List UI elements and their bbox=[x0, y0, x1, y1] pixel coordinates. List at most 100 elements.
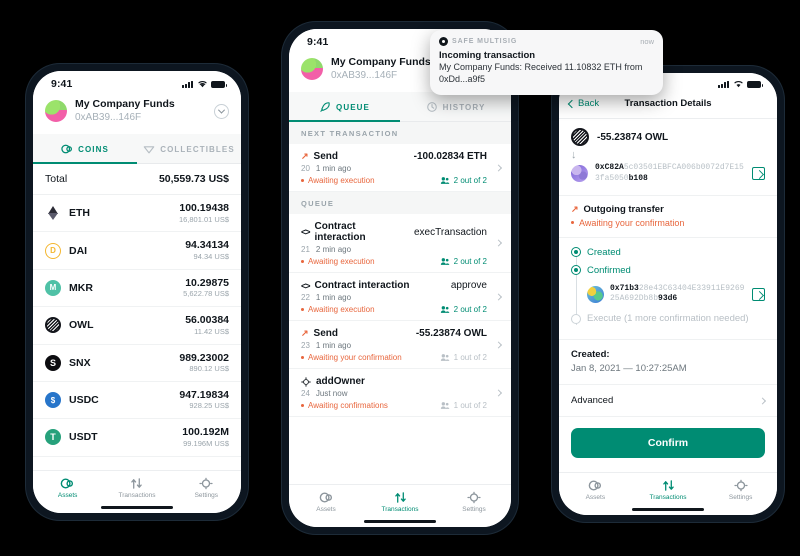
coin-values: 10.29875 5,622.78 US$ bbox=[183, 277, 229, 299]
list-item[interactable]: SNX 989.23002 890.12 US$ bbox=[33, 345, 241, 382]
list-item[interactable]: USDT 100.192M 99.196M US$ bbox=[33, 419, 241, 457]
transfer-kind-label: Outgoing transfer bbox=[583, 203, 664, 215]
tx-nonce: 21 bbox=[301, 245, 310, 255]
external-link-icon[interactable] bbox=[752, 167, 765, 181]
confirmations-text: 1 out of 2 bbox=[453, 353, 487, 363]
outgoing-arrow-icon: ↗ bbox=[571, 203, 579, 214]
status-text: Awaiting execution bbox=[308, 176, 375, 186]
nav-assets[interactable]: Assets bbox=[289, 491, 363, 513]
back-button[interactable]: Back bbox=[569, 98, 599, 109]
chevron-right-icon bbox=[496, 241, 501, 246]
addr-suffix: b108 bbox=[628, 173, 648, 183]
list-item[interactable]: OWL 56.00384 11.42 US$ bbox=[33, 307, 241, 345]
table-row[interactable]: addOwner 24 Just now Awaiting confirmati… bbox=[289, 369, 511, 418]
table-row[interactable]: <> Contract interaction execTransaction … bbox=[289, 214, 511, 274]
clock-icon bbox=[426, 102, 437, 112]
tx-line-status: Awaiting confirmations 1 out of 2 bbox=[301, 401, 499, 410]
coin-symbol: OWL bbox=[69, 319, 94, 332]
coin-values: 100.19438 16,801.01 US$ bbox=[179, 202, 229, 224]
rocket-icon bbox=[320, 102, 330, 112]
confirmations-text: 1 out of 2 bbox=[453, 401, 487, 411]
tab-collectibles[interactable]: COLLECTIBLES bbox=[137, 134, 241, 163]
nav-assets[interactable]: Assets bbox=[559, 479, 632, 501]
confirm-button[interactable]: Confirm bbox=[571, 428, 765, 459]
chevron-right-icon bbox=[496, 342, 501, 347]
created-value: Jan 8, 2021 — 10:27:25AM bbox=[571, 363, 687, 375]
nav-settings[interactable]: Settings bbox=[437, 491, 511, 513]
signal-icon bbox=[182, 80, 193, 88]
nav-transactions[interactable]: Transactions bbox=[632, 479, 705, 501]
chevron-down-icon[interactable] bbox=[214, 103, 229, 119]
created-block: Created: Jan 8, 2021 — 10:27:25AM bbox=[559, 340, 777, 386]
phone-queue: 9:41 My Company Funds 0xAB39...146F QUEU… bbox=[282, 22, 518, 534]
confirmations-text: 2 out of 2 bbox=[453, 305, 487, 315]
table-row[interactable]: ↗ Send -55.23874 OWL 23 1 min ago Awaiti… bbox=[289, 321, 511, 370]
queue-list[interactable]: NEXT TRANSACTION ↗ Send -100.02834 ETH 2… bbox=[289, 122, 511, 484]
list-item[interactable]: DAI 94.34134 94.34 US$ bbox=[33, 232, 241, 270]
dai-icon bbox=[45, 242, 61, 259]
coin-symbol: ETH bbox=[69, 207, 90, 220]
external-link-icon[interactable] bbox=[752, 287, 765, 301]
coin-amount: 947.19834 bbox=[179, 388, 229, 401]
tx-type: Send bbox=[313, 151, 338, 163]
table-row[interactable]: <> Contract interaction approve 22 1 min… bbox=[289, 273, 511, 322]
bottom-nav: Assets Transactions Settings bbox=[289, 484, 511, 515]
tab-queue-label: QUEUE bbox=[336, 102, 370, 112]
advanced-row[interactable]: Advanced bbox=[559, 385, 777, 418]
account-header[interactable]: My Company Funds 0xAB39...146F bbox=[33, 93, 241, 135]
tx-amount: -100.02834 ETH bbox=[413, 151, 487, 163]
account-meta: My Company Funds 0xAB39...146F bbox=[75, 98, 206, 124]
coin-list[interactable]: ETH 100.19438 16,801.01 US$ DAI 94.34134… bbox=[33, 195, 241, 470]
nav-assets-label: Assets bbox=[585, 494, 606, 501]
notification-body: My Company Funds: Received 11.10832 ETH … bbox=[439, 62, 643, 84]
table-row[interactable]: ↗ Send -100.02834 ETH 20 1 min ago Await… bbox=[289, 144, 511, 193]
chevron-right-icon bbox=[496, 294, 501, 299]
coin-fiat: 99.196M US$ bbox=[183, 438, 229, 448]
coin-symbol: USDT bbox=[69, 431, 98, 444]
chevron-right-icon bbox=[760, 398, 765, 403]
nav-transactions[interactable]: Transactions bbox=[363, 491, 437, 513]
nav-settings[interactable]: Settings bbox=[704, 479, 777, 501]
coin-fiat: 16,801.01 US$ bbox=[178, 214, 229, 224]
nav-settings[interactable]: Settings bbox=[172, 477, 241, 499]
list-item[interactable]: MKR 10.29875 5,622.78 US$ bbox=[33, 270, 241, 308]
tx-time: 1 min ago bbox=[315, 293, 352, 303]
coin-symbol: SNX bbox=[69, 356, 91, 369]
tab-queue[interactable]: QUEUE bbox=[289, 92, 400, 123]
total-row: Total 50,559.73 US$ bbox=[33, 164, 241, 196]
app-logo-icon bbox=[439, 37, 448, 46]
status-time: 9:41 bbox=[51, 78, 73, 90]
list-item[interactable]: USDC 947.19834 928.25 US$ bbox=[33, 382, 241, 420]
owl-icon bbox=[571, 128, 589, 146]
status-badge: Awaiting confirmations bbox=[301, 401, 388, 410]
advanced-label: Advanced bbox=[571, 395, 614, 407]
coin-amount: 94.34134 bbox=[185, 239, 229, 252]
list-item[interactable]: ETH 100.19438 16,801.01 US$ bbox=[33, 195, 241, 233]
bottom-nav: Assets Transactions Settings bbox=[33, 470, 241, 501]
confirmer-address: 0x71b328e43C63404E33911E926925A692Db8b93… bbox=[610, 284, 746, 306]
step-created: Created bbox=[571, 247, 765, 265]
confirmations-badge: 1 out of 2 bbox=[440, 353, 499, 362]
diamond-icon bbox=[143, 146, 155, 154]
coin-symbol: USDC bbox=[69, 394, 99, 407]
nav-transactions[interactable]: Transactions bbox=[102, 477, 171, 499]
section-header-next: NEXT TRANSACTION bbox=[289, 122, 511, 145]
avatar bbox=[587, 285, 604, 303]
tab-history[interactable]: HISTORY bbox=[400, 92, 511, 121]
confirm-wrap: Confirm bbox=[559, 417, 777, 468]
status-badge: Awaiting execution bbox=[301, 305, 375, 314]
circle-icon bbox=[571, 313, 581, 324]
tx-nonce: 23 bbox=[301, 341, 310, 351]
tx-line-primary: ↗ Send -100.02834 ETH bbox=[301, 151, 499, 162]
coin-symbol: MKR bbox=[69, 281, 93, 294]
bottom-nav: Assets Transactions Settings bbox=[559, 472, 777, 503]
coin-amount: 989.23002 bbox=[179, 351, 229, 364]
tab-coins[interactable]: COINS bbox=[33, 134, 137, 165]
phone-assets: 9:41 My Company Funds 0xAB39...146F COIN… bbox=[26, 64, 248, 520]
tx-line-status: Awaiting your confirmation 1 out of 2 bbox=[301, 353, 499, 362]
usdc-icon bbox=[45, 392, 61, 409]
nav-assets[interactable]: Assets bbox=[33, 477, 102, 499]
tx-nonce: 22 bbox=[301, 293, 310, 303]
notification-banner[interactable]: SAFE MULTISIG now Incoming transaction M… bbox=[430, 30, 663, 95]
tx-line-meta: 23 1 min ago bbox=[301, 341, 499, 350]
